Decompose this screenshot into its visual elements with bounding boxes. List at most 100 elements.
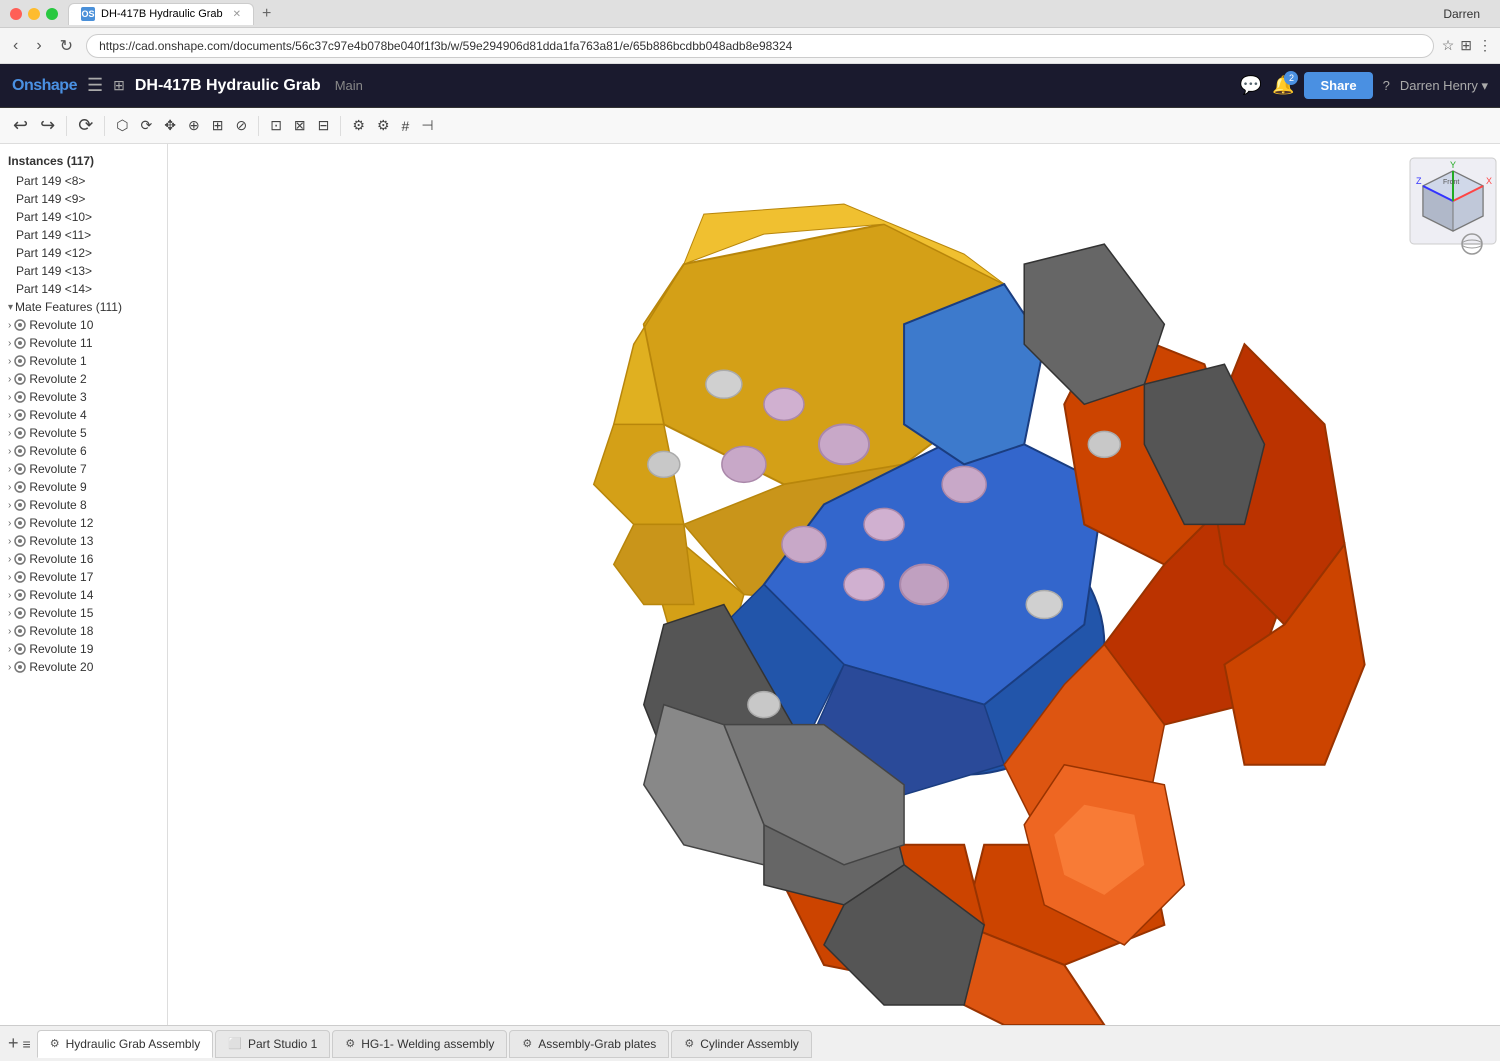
document-icon: ⊞ xyxy=(113,77,125,94)
document-title: DH-417B Hydraulic Grab xyxy=(135,77,321,95)
revolute-label: Revolute 17 xyxy=(29,570,93,584)
browser-tab-active[interactable]: OS DH-417B Hydraulic Grab ✕ xyxy=(68,3,254,25)
revolute-item[interactable]: › Revolute 2 xyxy=(0,370,167,388)
revolute-item[interactable]: › Revolute 8 xyxy=(0,496,167,514)
measure-tool[interactable]: ⊣ xyxy=(416,111,438,141)
browser-titlebar: OS DH-417B Hydraulic Grab ✕ + Darren xyxy=(0,0,1500,28)
list-item[interactable]: Part 149 <13> xyxy=(0,262,167,280)
rotate-tool[interactable]: ⟳ xyxy=(136,111,158,141)
tab-close-button[interactable]: ✕ xyxy=(233,9,241,20)
browser-frame: OS DH-417B Hydraulic Grab ✕ + Darren ‹ ›… xyxy=(0,0,1500,1061)
revolute-item[interactable]: › Revolute 12 xyxy=(0,514,167,532)
revolute-item[interactable]: › Revolute 7 xyxy=(0,460,167,478)
grid-tool[interactable]: # xyxy=(397,111,415,141)
view-cube[interactable]: X Z Y Front xyxy=(1408,156,1488,236)
back-button[interactable]: ‹ xyxy=(8,35,23,57)
section-tool[interactable]: ⊘ xyxy=(230,111,252,141)
revolute-item[interactable]: › Revolute 4 xyxy=(0,406,167,424)
menu-button[interactable]: ⋮ xyxy=(1478,37,1492,54)
select-tool[interactable]: ⬡ xyxy=(111,111,133,141)
svg-text:Front: Front xyxy=(1443,179,1459,186)
revolute-item[interactable]: › Revolute 15 xyxy=(0,604,167,622)
revolute-label: Revolute 14 xyxy=(29,588,93,602)
revolute-item[interactable]: › Revolute 19 xyxy=(0,640,167,658)
toolbar-separator-4 xyxy=(340,116,341,136)
revolutes-list: › Revolute 10 › Revolute 11 xyxy=(0,316,167,676)
revolute-label: Revolute 16 xyxy=(29,552,93,566)
settings-tool-1[interactable]: ⚙ xyxy=(347,111,370,141)
revolute-label: Revolute 8 xyxy=(29,498,86,512)
revolute-label: Revolute 2 xyxy=(29,372,86,386)
revolute-item[interactable]: › Revolute 9 xyxy=(0,478,167,496)
assembly-tool-2[interactable]: ⊠ xyxy=(289,111,311,141)
revolute-item[interactable]: › Revolute 5 xyxy=(0,424,167,442)
tab-label-grab-plates: Assembly-Grab plates xyxy=(538,1037,656,1051)
redo-button[interactable]: ↪ xyxy=(35,111,60,141)
mate-features-section[interactable]: ▾ Mate Features (111) xyxy=(0,298,167,316)
revolute-icon xyxy=(13,660,27,674)
user-menu-button[interactable]: Darren Henry ▾ xyxy=(1400,78,1488,94)
revolute-icon xyxy=(13,426,27,440)
new-tab-button[interactable]: + xyxy=(254,5,279,23)
extensions-button[interactable]: ⊞ xyxy=(1460,37,1472,54)
revolute-item[interactable]: › Revolute 20 xyxy=(0,658,167,676)
undo-button[interactable]: ↩ xyxy=(8,111,33,141)
assembly-tool-1[interactable]: ⊡ xyxy=(265,111,287,141)
notification-badge: 2 xyxy=(1284,71,1298,85)
tab-hydraulic-grab-assembly[interactable]: ⚙ Hydraulic Grab Assembly xyxy=(37,1030,214,1058)
revolute-expand-arrow: › xyxy=(8,518,11,529)
revolute-item[interactable]: › Revolute 14 xyxy=(0,586,167,604)
revolute-expand-arrow: › xyxy=(8,392,11,403)
url-input[interactable] xyxy=(86,34,1434,58)
viewport-3d[interactable]: X Z Y Front xyxy=(168,144,1500,1025)
tab-title: DH-417B Hydraulic Grab xyxy=(101,8,223,20)
zoom-tool[interactable]: ⊕ xyxy=(183,111,205,141)
revolute-item[interactable]: › Revolute 18 xyxy=(0,622,167,640)
bookmark-button[interactable]: ☆ xyxy=(1442,37,1455,54)
notification-button[interactable]: 🔔 2 xyxy=(1272,75,1294,96)
revolute-expand-arrow: › xyxy=(8,446,11,457)
toolbar-separator-2 xyxy=(104,116,105,136)
settings-tool-2[interactable]: ⚙ xyxy=(372,111,395,141)
revolute-expand-arrow: › xyxy=(8,662,11,673)
revolute-item[interactable]: › Revolute 1 xyxy=(0,352,167,370)
tab-part-studio-1[interactable]: ⬜ Part Studio 1 xyxy=(215,1030,330,1058)
chat-button[interactable]: 💬 xyxy=(1240,75,1262,96)
add-tab-button[interactable]: + xyxy=(8,1033,19,1054)
instances-header: Instances (117) xyxy=(0,150,167,172)
view-sphere-button[interactable] xyxy=(1460,232,1484,256)
share-button[interactable]: Share xyxy=(1304,72,1372,99)
pan-tool[interactable]: ✥ xyxy=(159,111,181,141)
list-item[interactable]: Part 149 <12> xyxy=(0,244,167,262)
revolute-item[interactable]: › Revolute 17 xyxy=(0,568,167,586)
list-item[interactable]: Part 149 <9> xyxy=(0,190,167,208)
close-traffic-light[interactable] xyxy=(10,8,22,20)
fit-tool[interactable]: ⊞ xyxy=(207,111,229,141)
revolute-icon xyxy=(13,462,27,476)
reload-button[interactable]: ↻ xyxy=(55,34,78,58)
tab-cylinder-assembly[interactable]: ⚙ Cylinder Assembly xyxy=(671,1030,812,1058)
forward-button[interactable]: › xyxy=(31,35,46,57)
parts-list: Part 149 <8> Part 149 <9> Part 149 <10> … xyxy=(0,172,167,298)
revolute-item[interactable]: › Revolute 10 xyxy=(0,316,167,334)
revolute-item[interactable]: › Revolute 3 xyxy=(0,388,167,406)
assembly-tool-3[interactable]: ⊟ xyxy=(313,111,335,141)
revolute-label: Revolute 13 xyxy=(29,534,93,548)
help-button[interactable]: ? xyxy=(1383,78,1390,93)
hamburger-button[interactable]: ☰ xyxy=(87,75,103,96)
fullscreen-traffic-light[interactable] xyxy=(46,8,58,20)
list-item[interactable]: Part 149 <11> xyxy=(0,226,167,244)
tabs-menu-button[interactable]: ≡ xyxy=(23,1036,31,1052)
revolute-item[interactable]: › Revolute 16 xyxy=(0,550,167,568)
list-item[interactable]: Part 149 <10> xyxy=(0,208,167,226)
minimize-traffic-light[interactable] xyxy=(28,8,40,20)
tab-label-part-studio: Part Studio 1 xyxy=(248,1037,317,1051)
list-item[interactable]: Part 149 <14> xyxy=(0,280,167,298)
refresh-button[interactable]: ⟳ xyxy=(73,111,98,141)
tab-grab-plates[interactable]: ⚙ Assembly-Grab plates xyxy=(509,1030,669,1058)
tab-hg1-welding[interactable]: ⚙ HG-1- Welding assembly xyxy=(332,1030,507,1058)
revolute-item[interactable]: › Revolute 13 xyxy=(0,532,167,550)
revolute-item[interactable]: › Revolute 6 xyxy=(0,442,167,460)
list-item[interactable]: Part 149 <8> xyxy=(0,172,167,190)
revolute-item[interactable]: › Revolute 11 xyxy=(0,334,167,352)
